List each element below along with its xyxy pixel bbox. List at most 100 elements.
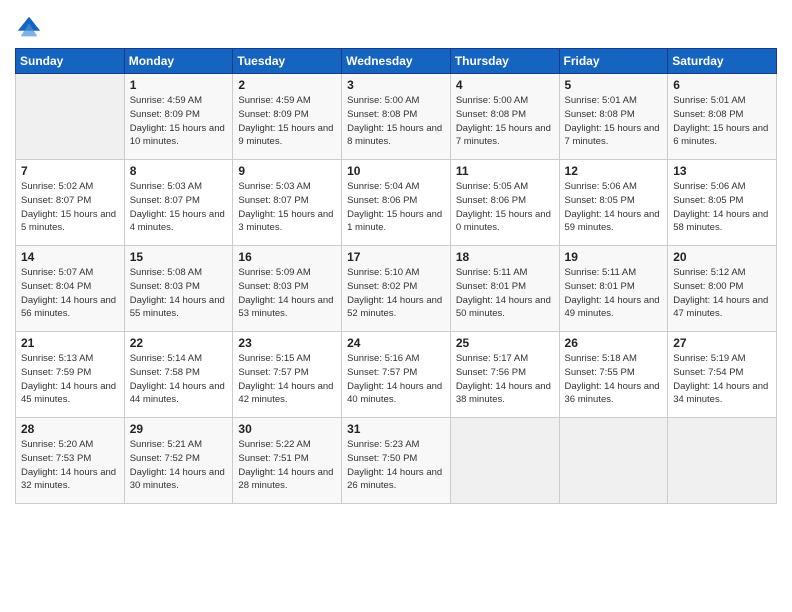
calendar-week-row: 14 Sunrise: 5:07 AMSunset: 8:04 PMDayligh… (16, 246, 777, 332)
calendar-cell: 3 Sunrise: 5:00 AMSunset: 8:08 PMDaylight… (342, 74, 451, 160)
weekday-header: Wednesday (342, 49, 451, 74)
calendar-cell (559, 418, 668, 504)
cell-sun-info: Sunrise: 5:20 AMSunset: 7:53 PMDaylight:… (21, 438, 120, 493)
weekday-header: Thursday (450, 49, 559, 74)
cell-day-number: 30 (238, 422, 337, 436)
weekday-header: Saturday (668, 49, 777, 74)
calendar-cell: 9 Sunrise: 5:03 AMSunset: 8:07 PMDaylight… (233, 160, 342, 246)
cell-day-number: 10 (347, 164, 446, 178)
calendar-table: SundayMondayTuesdayWednesdayThursdayFrid… (15, 48, 777, 504)
calendar-cell: 22 Sunrise: 5:14 AMSunset: 7:58 PMDayligh… (124, 332, 233, 418)
calendar-cell (16, 74, 125, 160)
calendar-cell (450, 418, 559, 504)
cell-sun-info: Sunrise: 4:59 AMSunset: 8:09 PMDaylight:… (130, 94, 229, 149)
cell-day-number: 15 (130, 250, 229, 264)
cell-day-number: 23 (238, 336, 337, 350)
cell-day-number: 3 (347, 78, 446, 92)
cell-day-number: 14 (21, 250, 120, 264)
cell-sun-info: Sunrise: 5:08 AMSunset: 8:03 PMDaylight:… (130, 266, 229, 321)
cell-day-number: 16 (238, 250, 337, 264)
calendar-cell: 12 Sunrise: 5:06 AMSunset: 8:05 PMDayligh… (559, 160, 668, 246)
cell-day-number: 27 (673, 336, 772, 350)
calendar-page: SundayMondayTuesdayWednesdayThursdayFrid… (0, 0, 792, 612)
cell-sun-info: Sunrise: 5:07 AMSunset: 8:04 PMDaylight:… (21, 266, 120, 321)
cell-day-number: 28 (21, 422, 120, 436)
weekday-header: Tuesday (233, 49, 342, 74)
calendar-cell: 21 Sunrise: 5:13 AMSunset: 7:59 PMDayligh… (16, 332, 125, 418)
cell-sun-info: Sunrise: 5:11 AMSunset: 8:01 PMDaylight:… (456, 266, 555, 321)
cell-day-number: 29 (130, 422, 229, 436)
cell-sun-info: Sunrise: 5:14 AMSunset: 7:58 PMDaylight:… (130, 352, 229, 407)
calendar-cell: 27Sunrise: 5:19 AMSunset: 7:54 PMDayligh… (668, 332, 777, 418)
calendar-cell: 15 Sunrise: 5:08 AMSunset: 8:03 PMDayligh… (124, 246, 233, 332)
calendar-cell: 7Sunrise: 5:02 AMSunset: 8:07 PMDaylight… (16, 160, 125, 246)
cell-day-number: 11 (456, 164, 555, 178)
cell-day-number: 4 (456, 78, 555, 92)
weekday-header: Friday (559, 49, 668, 74)
cell-sun-info: Sunrise: 5:00 AMSunset: 8:08 PMDaylight:… (347, 94, 446, 149)
cell-day-number: 17 (347, 250, 446, 264)
logo-icon (15, 14, 43, 42)
cell-sun-info: Sunrise: 5:10 AMSunset: 8:02 PMDaylight:… (347, 266, 446, 321)
cell-day-number: 24 (347, 336, 446, 350)
cell-sun-info: Sunrise: 5:03 AMSunset: 8:07 PMDaylight:… (238, 180, 337, 235)
cell-day-number: 22 (130, 336, 229, 350)
cell-day-number: 9 (238, 164, 337, 178)
calendar-cell: 25 Sunrise: 5:17 AMSunset: 7:56 PMDayligh… (450, 332, 559, 418)
calendar-week-row: 21 Sunrise: 5:13 AMSunset: 7:59 PMDayligh… (16, 332, 777, 418)
calendar-cell: 18 Sunrise: 5:11 AMSunset: 8:01 PMDayligh… (450, 246, 559, 332)
cell-sun-info: Sunrise: 5:02 AMSunset: 8:07 PMDaylight:… (21, 180, 120, 235)
logo (15, 14, 45, 42)
calendar-cell (668, 418, 777, 504)
calendar-cell: 5Sunrise: 5:01 AMSunset: 8:08 PMDaylight… (559, 74, 668, 160)
cell-sun-info: Sunrise: 5:16 AMSunset: 7:57 PMDaylight:… (347, 352, 446, 407)
calendar-cell: 24 Sunrise: 5:16 AMSunset: 7:57 PMDayligh… (342, 332, 451, 418)
weekday-header: Monday (124, 49, 233, 74)
calendar-cell: 11Sunrise: 5:05 AMSunset: 8:06 PMDayligh… (450, 160, 559, 246)
weekday-header: Sunday (16, 49, 125, 74)
cell-day-number: 25 (456, 336, 555, 350)
cell-sun-info: Sunrise: 5:13 AMSunset: 7:59 PMDaylight:… (21, 352, 120, 407)
cell-sun-info: Sunrise: 5:11 AMSunset: 8:01 PMDaylight:… (565, 266, 664, 321)
page-header (15, 10, 777, 42)
cell-day-number: 26 (565, 336, 664, 350)
cell-sun-info: Sunrise: 5:04 AMSunset: 8:06 PMDaylight:… (347, 180, 446, 235)
cell-day-number: 20 (673, 250, 772, 264)
cell-sun-info: Sunrise: 5:23 AMSunset: 7:50 PMDaylight:… (347, 438, 446, 493)
cell-sun-info: Sunrise: 5:17 AMSunset: 7:56 PMDaylight:… (456, 352, 555, 407)
cell-day-number: 21 (21, 336, 120, 350)
calendar-week-row: 28 Sunrise: 5:20 AMSunset: 7:53 PMDayligh… (16, 418, 777, 504)
cell-sun-info: Sunrise: 5:01 AMSunset: 8:08 PMDaylight:… (673, 94, 772, 149)
cell-sun-info: Sunrise: 5:18 AMSunset: 7:55 PMDaylight:… (565, 352, 664, 407)
calendar-cell: 10 Sunrise: 5:04 AMSunset: 8:06 PMDayligh… (342, 160, 451, 246)
calendar-week-row: 1 Sunrise: 4:59 AMSunset: 8:09 PMDaylight… (16, 74, 777, 160)
cell-day-number: 31 (347, 422, 446, 436)
cell-day-number: 13 (673, 164, 772, 178)
calendar-cell: 23Sunrise: 5:15 AMSunset: 7:57 PMDayligh… (233, 332, 342, 418)
calendar-cell: 19 Sunrise: 5:11 AMSunset: 8:01 PMDayligh… (559, 246, 668, 332)
cell-sun-info: Sunrise: 5:06 AMSunset: 8:05 PMDaylight:… (565, 180, 664, 235)
cell-sun-info: Sunrise: 5:21 AMSunset: 7:52 PMDaylight:… (130, 438, 229, 493)
cell-sun-info: Sunrise: 5:22 AMSunset: 7:51 PMDaylight:… (238, 438, 337, 493)
calendar-cell: 26 Sunrise: 5:18 AMSunset: 7:55 PMDayligh… (559, 332, 668, 418)
cell-day-number: 18 (456, 250, 555, 264)
cell-sun-info: Sunrise: 5:12 AMSunset: 8:00 PMDaylight:… (673, 266, 772, 321)
cell-day-number: 19 (565, 250, 664, 264)
weekday-header-row: SundayMondayTuesdayWednesdayThursdayFrid… (16, 49, 777, 74)
cell-day-number: 1 (130, 78, 229, 92)
calendar-week-row: 7Sunrise: 5:02 AMSunset: 8:07 PMDaylight… (16, 160, 777, 246)
cell-day-number: 12 (565, 164, 664, 178)
cell-sun-info: Sunrise: 5:00 AMSunset: 8:08 PMDaylight:… (456, 94, 555, 149)
cell-sun-info: Sunrise: 5:09 AMSunset: 8:03 PMDaylight:… (238, 266, 337, 321)
calendar-cell: 13 Sunrise: 5:06 AMSunset: 8:05 PMDayligh… (668, 160, 777, 246)
cell-sun-info: Sunrise: 5:03 AMSunset: 8:07 PMDaylight:… (130, 180, 229, 235)
calendar-cell: 31 Sunrise: 5:23 AMSunset: 7:50 PMDayligh… (342, 418, 451, 504)
calendar-cell: 4 Sunrise: 5:00 AMSunset: 8:08 PMDaylight… (450, 74, 559, 160)
calendar-cell: 16 Sunrise: 5:09 AMSunset: 8:03 PMDayligh… (233, 246, 342, 332)
calendar-cell: 28 Sunrise: 5:20 AMSunset: 7:53 PMDayligh… (16, 418, 125, 504)
calendar-cell: 2Sunrise: 4:59 AMSunset: 8:09 PMDaylight… (233, 74, 342, 160)
cell-day-number: 8 (130, 164, 229, 178)
calendar-cell: 17 Sunrise: 5:10 AMSunset: 8:02 PMDayligh… (342, 246, 451, 332)
cell-sun-info: Sunrise: 5:06 AMSunset: 8:05 PMDaylight:… (673, 180, 772, 235)
cell-day-number: 2 (238, 78, 337, 92)
